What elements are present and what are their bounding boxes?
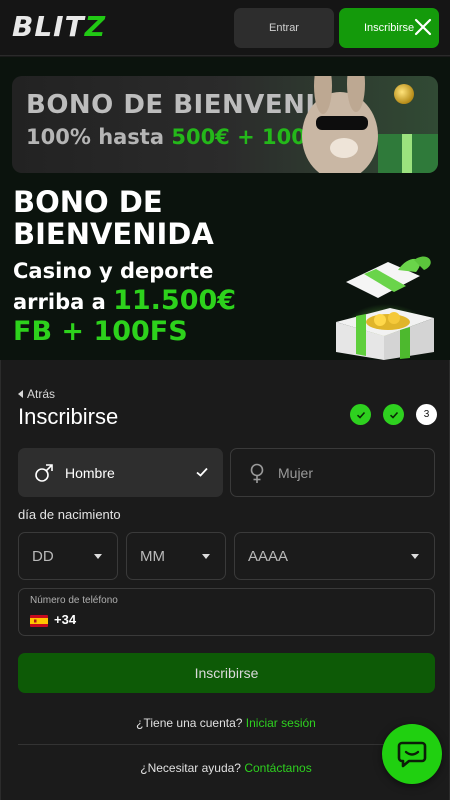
blitz-logo[interactable]: BLITZ	[12, 10, 106, 43]
promo-section: BONO DE BIENVENIDA 100% hasta 500€ + 100…	[0, 57, 450, 360]
login-link[interactable]: Iniciar sesión	[246, 716, 316, 730]
caret-down-icon	[411, 554, 419, 559]
step-1-done	[350, 404, 371, 425]
promo-subtitle: Casino y deporte arriba a 11.500€	[13, 259, 237, 316]
gender-option-male[interactable]: Hombre	[18, 448, 223, 497]
female-symbol-icon	[250, 463, 264, 483]
step-indicator: 3	[350, 404, 437, 425]
day-select[interactable]: DD	[18, 532, 118, 580]
chat-bubble-icon	[397, 741, 427, 768]
step-3-current: 3	[416, 404, 437, 425]
have-account-text: ¿Tiene una cuenta? Iniciar sesión	[136, 716, 316, 730]
welcome-bonus-banner[interactable]: BONO DE BIENVENIDA 100% hasta 500€ + 100…	[12, 76, 438, 173]
top-header: BLITZ Entrar Inscribirse	[0, 0, 450, 56]
caret-down-icon	[202, 554, 210, 559]
phone-label: Número de teléfono	[30, 595, 118, 606]
phone-field[interactable]: Número de teléfono +34	[18, 588, 435, 636]
gender-option-female[interactable]: Mujer	[230, 448, 435, 497]
selected-check-icon	[196, 467, 208, 477]
close-icon[interactable]	[410, 14, 436, 40]
submit-signup-button[interactable]: Inscribirse	[18, 653, 435, 693]
dob-label: día de nacimiento	[18, 507, 121, 522]
divider	[18, 744, 435, 745]
phone-country-code: +34	[54, 612, 77, 627]
signup-form-panel: Atrás Inscribirse 3 Hombre Mujer día de …	[0, 360, 450, 800]
month-select[interactable]: MM	[126, 532, 226, 580]
chat-support-button[interactable]	[382, 724, 442, 784]
caret-down-icon	[94, 554, 102, 559]
check-icon	[389, 411, 398, 419]
bunny-mascot-image	[302, 76, 438, 173]
gift-box-image	[336, 256, 434, 360]
spain-flag-icon[interactable]	[30, 615, 48, 627]
check-icon	[356, 411, 365, 419]
promo-title: BONO DE BIENVENIDA	[13, 185, 214, 251]
year-select[interactable]: AAAA	[234, 532, 435, 580]
login-button[interactable]: Entrar	[234, 8, 334, 48]
back-arrow-icon	[18, 390, 23, 398]
male-symbol-icon	[35, 463, 53, 482]
promo-free-spins: FB + 100FS	[13, 316, 188, 347]
step-2-done	[383, 404, 404, 425]
form-title: Inscribirse	[18, 404, 119, 429]
back-link[interactable]: Atrás	[18, 387, 55, 401]
contact-link[interactable]: Contáctanos	[244, 761, 311, 775]
